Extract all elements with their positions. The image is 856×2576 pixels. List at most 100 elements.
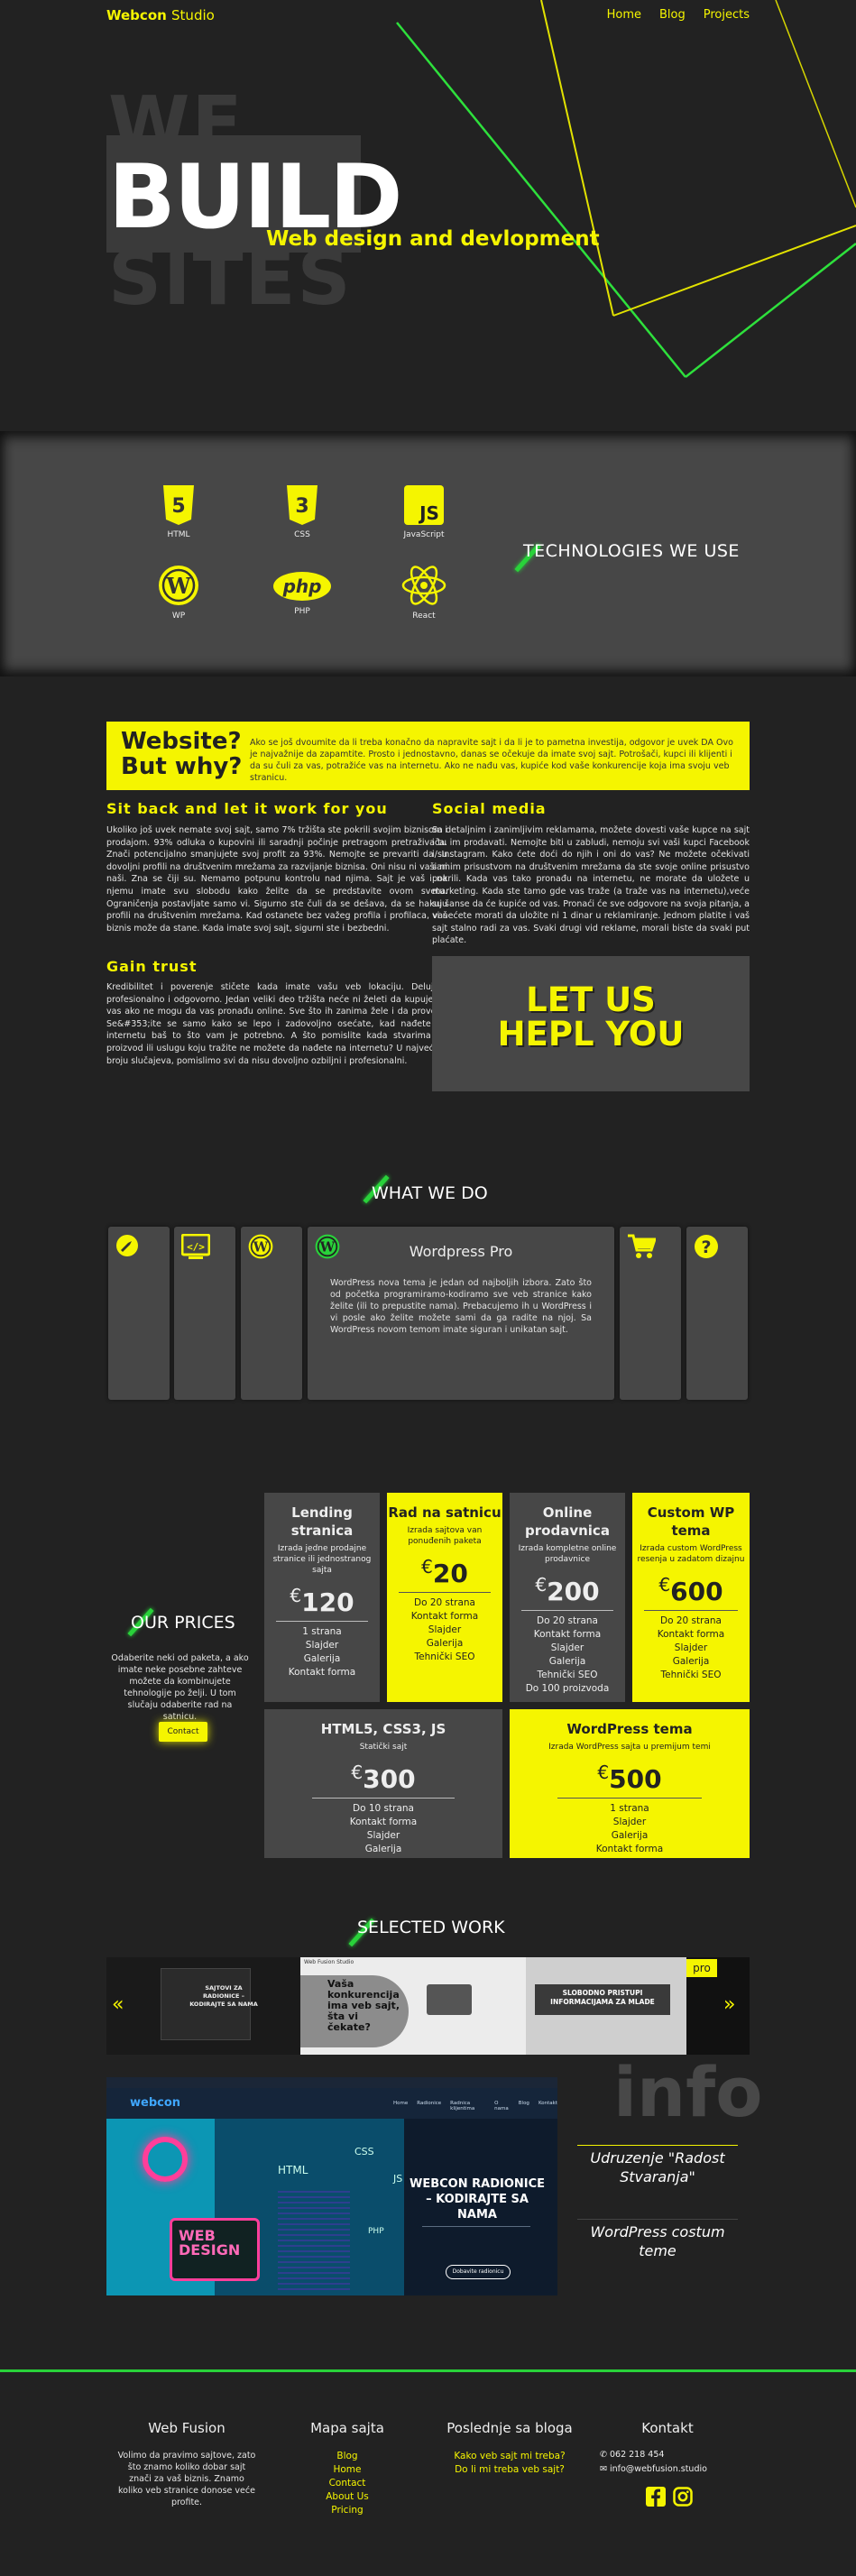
price-name: Custom WP tema (647, 1504, 735, 1539)
price-card-wp-theme[interactable]: WordPress tema Izrada WordPress sajta u … (510, 1709, 750, 1858)
site-menu-item: Blog (518, 2101, 529, 2106)
svg-text:3: 3 (295, 495, 308, 518)
site-logo: webcon (130, 2096, 181, 2110)
price-divider (644, 1610, 738, 1611)
svg-text:php: php (282, 575, 322, 597)
price-feature: Do 20 strana (414, 1597, 475, 1608)
facebook-icon[interactable] (646, 2487, 666, 2507)
service-card-wordpress[interactable]: W (241, 1227, 302, 1400)
gain-trust-title: Gain trust (106, 958, 198, 975)
svg-text:</>: </> (187, 1241, 205, 1253)
service-card-shop[interactable] (620, 1227, 681, 1400)
currency-symbol: € (658, 1574, 671, 1596)
price-divider (311, 1798, 456, 1799)
price-desc: Izrada jedne prodajne stranice ili jedno… (272, 1544, 372, 1575)
nav-link-projects[interactable]: Projects (704, 8, 750, 22)
price-card-lending[interactable]: Lending stranica Izrada jedne prodajne s… (264, 1493, 380, 1702)
footer-col2-title: Mapa sajta (310, 2420, 384, 2436)
info-divider (577, 2145, 738, 2146)
work-slide[interactable]: SLOBODNO PRISTUPI INFORMACIJAMA ZA MLADE (526, 1957, 686, 2055)
svg-text:JS: JS (418, 502, 439, 524)
price-card-shop[interactable]: Online prodavnica Izrada kompletne onlin… (510, 1493, 625, 1702)
carousel-next-arrow-icon[interactable]: » (723, 1993, 735, 2016)
price-feature: Kontakt forma (533, 1629, 602, 1640)
currency-symbol: € (351, 1762, 364, 1783)
help-line2: HEPL YOU (497, 1015, 685, 1053)
contact-button[interactable]: Contact (159, 1722, 207, 1742)
price-value: €120 (264, 1585, 380, 1617)
wordpress-pro-title: Wordpress Pro (409, 1243, 513, 1260)
price-feature: Slajder (428, 1624, 462, 1635)
price-card-custom-wp[interactable]: Custom WP tema Izrada custom WordPress r… (632, 1493, 750, 1702)
price-feature: Kontakt forma (657, 1629, 725, 1640)
nav-link-home[interactable]: Home (607, 8, 641, 22)
prices-title: OUR PRICES (131, 1613, 235, 1633)
tech-label: React (412, 612, 436, 621)
why-title-line2: But why? (121, 753, 243, 780)
service-card-code[interactable]: </> (174, 1227, 235, 1400)
price-value: €300 (264, 1762, 502, 1794)
site-cta-button: Dobavite radionicu (446, 2265, 511, 2279)
why-text: Ako se još dvoumite da li treba konačno … (250, 738, 733, 783)
css3-icon: 3 (287, 485, 318, 525)
footer-blog-link[interactable]: Kako veb sajt mi treba? (433, 2450, 586, 2463)
tech-php: php PHP (266, 571, 338, 616)
svg-text:?: ? (701, 1237, 711, 1257)
art-tag-html: HTML (278, 2164, 308, 2176)
price-feature: Kontakt forma (410, 1611, 479, 1622)
technologies-section: 5 HTML 3 CSS JS JavaScript W WP php PHP … (0, 431, 856, 676)
footer-divider (0, 2369, 856, 2372)
price-feature: Slajder (674, 1642, 708, 1653)
footer-blog-link[interactable]: Do li mi treba veb sajt? (433, 2463, 586, 2477)
nav-link-blog[interactable]: Blog (659, 8, 686, 22)
why-title-line1: Website? (121, 728, 242, 755)
slide-caption: SAJTOVI ZA RADIONICE – KODIRAJTE SA NAMA (189, 1984, 258, 2008)
price-card-hourly[interactable]: Rad na satnicu Izrada sajtova van ponuđe… (387, 1493, 502, 1702)
gain-trust-text: Kredibilitet i poverenje stičete kada im… (106, 982, 447, 1066)
price-value: €200 (510, 1574, 625, 1606)
footer-col4-title: Kontakt (641, 2420, 694, 2436)
currency-symbol: € (290, 1585, 302, 1606)
info-item-radost[interactable]: Udruzenje "Radost Stvaranja" (577, 2148, 738, 2186)
svg-text:W: W (253, 1239, 269, 1255)
price-feature: Kontakt forma (349, 1817, 418, 1827)
site-header: webcon Home Radionice Radnica klijentima… (106, 2088, 557, 2119)
art-tag-webdesign: WEB DESIGN (179, 2227, 241, 2259)
info-item-wordpress-themes[interactable]: WordPress costum teme (577, 2222, 738, 2260)
footer-email[interactable]: ✉ info@webfusion.studio (600, 2462, 735, 2477)
footer-link-home[interactable]: Home (289, 2463, 406, 2477)
currency-symbol: € (597, 1762, 610, 1783)
instagram-icon[interactable] (673, 2487, 693, 2507)
svg-text:W: W (166, 573, 192, 599)
footer-link-pricing[interactable]: Pricing (289, 2504, 406, 2517)
price-amount: 20 (432, 1559, 468, 1588)
price-feature: Galerija (672, 1656, 710, 1667)
service-card-speed[interactable] (108, 1227, 170, 1400)
price-feature: Do 20 strana (537, 1615, 598, 1626)
work-slide[interactable]: SAJTOVI ZA RADIONICE – KODIRAJTE SA NAMA (106, 1957, 300, 2055)
featured-project-screenshot[interactable]: webcon Home Radionice Radnica klijentima… (106, 2077, 557, 2295)
price-name: Lending stranica (290, 1504, 354, 1539)
price-divider (398, 1592, 492, 1593)
price-feature: Do 100 proizvoda (525, 1683, 610, 1694)
work-slide[interactable]: Web Fusion Studio Vaša konkurencija ima … (300, 1957, 526, 2055)
service-card-wordpress-pro[interactable]: W Wordpress Pro WordPress nova tema je j… (308, 1227, 614, 1400)
footer-link-about[interactable]: About Us (289, 2490, 406, 2504)
footer-phone[interactable]: ✆ 062 218 454 (600, 2448, 735, 2462)
site-menu-item: Radnica klijentima (450, 2101, 475, 2111)
site-menu-item: Kontakt (538, 2101, 557, 2106)
art-tag-css: CSS (354, 2146, 374, 2157)
price-feature: Slajder (366, 1830, 400, 1841)
price-card-html[interactable]: HTML5, CSS3, JS Statički sajt €300 Do 10… (264, 1709, 502, 1858)
javascript-icon: JS (404, 485, 444, 525)
footer-link-blog[interactable]: Blog (289, 2450, 406, 2463)
carousel-prev-arrow-icon[interactable]: « (112, 1993, 124, 2016)
work-slide[interactable]: pro (686, 1957, 750, 2055)
footer-col1-text: Volimo da pravimo sajtove, zato što znam… (117, 2451, 256, 2507)
service-card-help[interactable]: ? (686, 1227, 748, 1400)
price-feature: Kontakt forma (595, 1844, 664, 1854)
brand-name: Webcon (106, 7, 167, 23)
footer-link-contact[interactable]: Contact (289, 2477, 406, 2490)
brand-logo[interactable]: Webcon Studio (106, 7, 215, 23)
cart-icon (628, 1234, 656, 1258)
